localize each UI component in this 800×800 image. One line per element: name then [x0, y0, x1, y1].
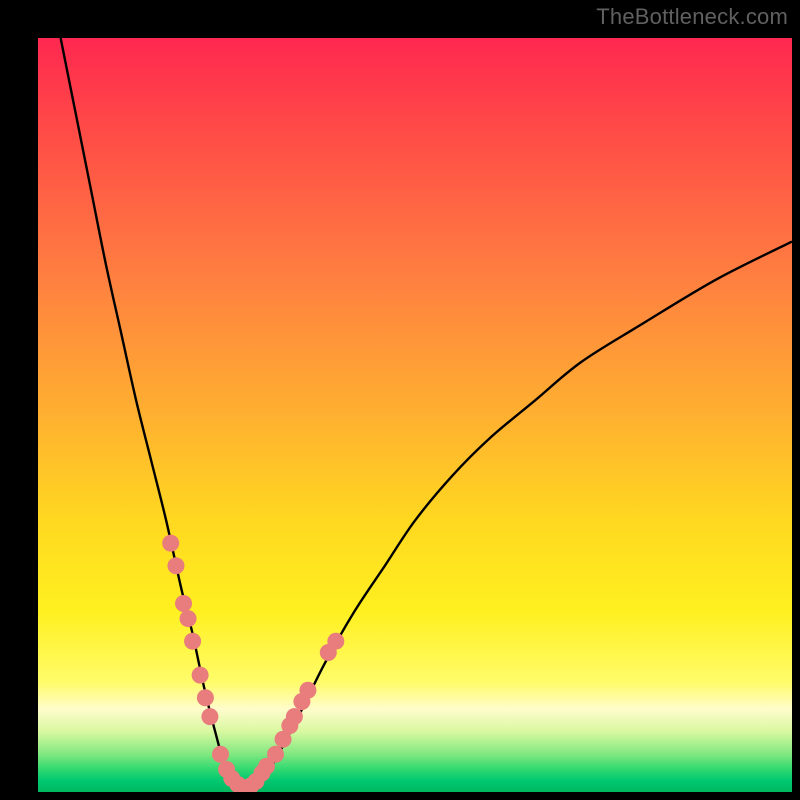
data-dot: [267, 746, 284, 763]
data-dot: [212, 746, 229, 763]
data-dot: [286, 708, 303, 725]
attribution-text: TheBottleneck.com: [596, 4, 788, 30]
highlighted-dots: [162, 535, 344, 792]
plot-area: [38, 38, 792, 792]
data-dot: [175, 595, 192, 612]
data-dot: [180, 610, 197, 627]
data-dot: [327, 633, 344, 650]
data-dot: [167, 557, 184, 574]
data-dot: [197, 689, 214, 706]
bottleneck-curve: [61, 38, 792, 789]
data-dot: [184, 633, 201, 650]
chart-frame: TheBottleneck.com: [0, 0, 800, 800]
chart-svg: [38, 38, 792, 792]
data-dot: [299, 682, 316, 699]
data-dot: [162, 535, 179, 552]
data-dot: [192, 667, 209, 684]
data-dot: [201, 708, 218, 725]
